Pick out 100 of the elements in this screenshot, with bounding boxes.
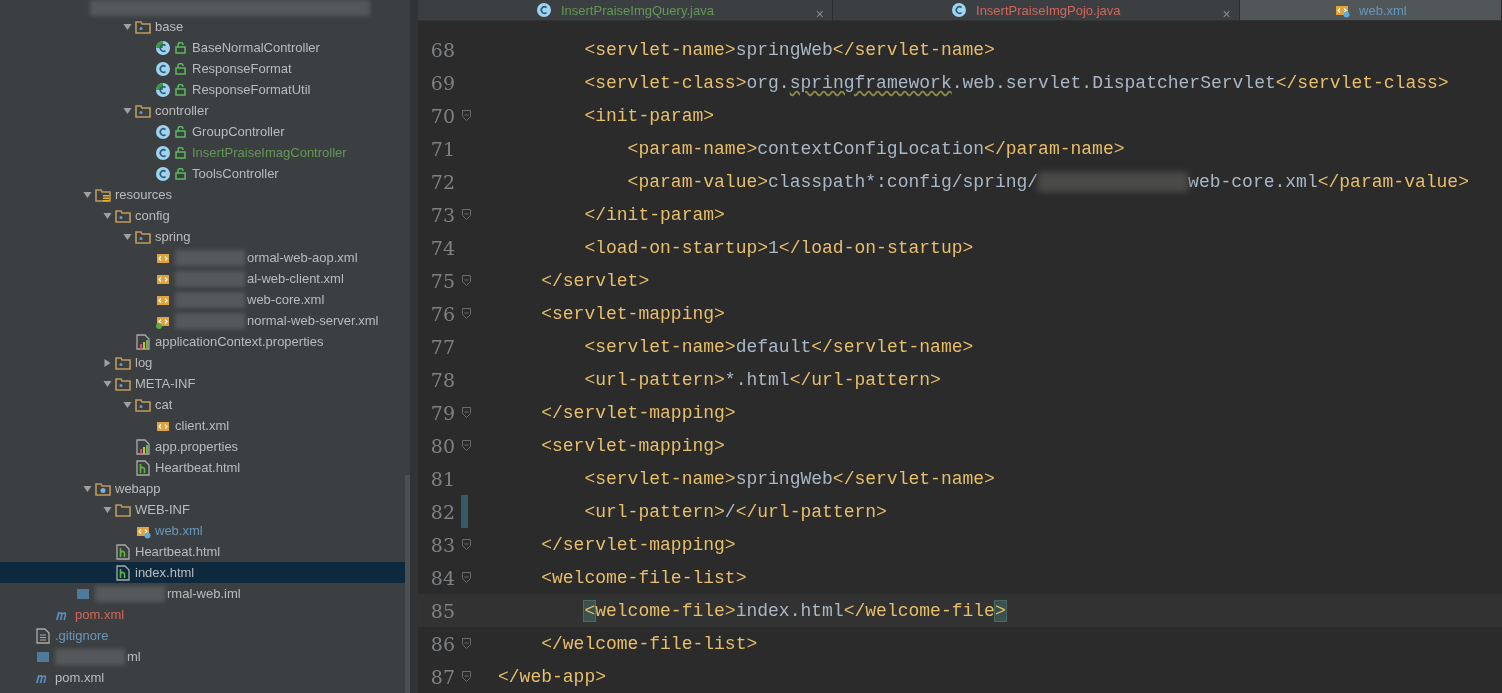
tree-item[interactable]: controller <box>0 100 405 121</box>
fold-marker-icon[interactable] <box>462 638 471 649</box>
tree-item[interactable]: BaseNormalController <box>0 37 405 58</box>
file-name: ResponseFormat <box>192 61 292 76</box>
tree-item[interactable]: META-INF <box>0 373 405 394</box>
tree-item[interactable]: ResponseFormat <box>0 58 405 79</box>
file-name: spring <box>155 229 191 244</box>
file-name: client.xml <box>175 418 230 433</box>
lock-icon <box>175 167 186 180</box>
line-number: 68 <box>429 38 455 61</box>
tree-item[interactable]: Heartbeat.html <box>0 541 405 562</box>
code-text: <param-value>classpath*:config/spring/ web-core.xml</param-value> <box>626 171 1469 192</box>
fold-marker-icon[interactable] <box>462 110 471 121</box>
tab-label: web.xml <box>1359 2 1407 18</box>
code-text: </servlet-mapping> <box>540 534 736 555</box>
fold-marker-icon[interactable] <box>462 539 471 550</box>
change-marker[interactable] <box>461 495 468 528</box>
code-text: <servlet-class>org.springframework.web.servlet.DispatcherServlet</servlet-class> <box>583 72 1449 93</box>
code-text: <load-on-startup>1</load-on-startup> <box>583 237 974 258</box>
tree-item[interactable]: applicationContext.properties <box>0 331 405 352</box>
tree-item[interactable]: base <box>0 16 405 37</box>
fold-marker-icon[interactable] <box>462 275 471 286</box>
fold-marker-icon[interactable] <box>462 308 471 319</box>
file-name: Heartbeat.html <box>155 460 241 475</box>
line-number: 72 <box>429 170 455 193</box>
scrollbar-thumb[interactable] <box>405 475 410 693</box>
tree-item[interactable]: web.xml <box>0 520 405 541</box>
code-text: <servlet-mapping> <box>540 435 725 456</box>
tree-item[interactable]: log <box>0 352 405 373</box>
tree-item[interactable]: InsertPraiseImagController <box>0 142 405 163</box>
line-number: 81 <box>429 467 455 490</box>
code-text: </servlet-mapping> <box>540 402 736 423</box>
code-text: <url-pattern>*.html</url-pattern> <box>583 369 941 390</box>
lock-icon <box>175 125 186 138</box>
class-icon <box>155 81 171 98</box>
tree-item[interactable]: ormal-web-aop.xml <box>0 247 405 268</box>
html-file-icon <box>135 459 151 476</box>
file-name: controller <box>155 103 209 118</box>
tree-item[interactable]: WEB-INF <box>0 499 405 520</box>
lock-icon <box>175 41 186 54</box>
file-name: ResponseFormatUtil <box>192 82 311 97</box>
file-name: web.xml <box>155 523 203 538</box>
tree-item[interactable]: rmal-web.iml <box>0 583 405 604</box>
tree-item[interactable]: app.properties <box>0 436 405 457</box>
close-button[interactable]: × <box>815 6 824 22</box>
tree-item[interactable]: web-core.xml <box>0 289 405 310</box>
file-name: ToolsController <box>192 166 279 181</box>
tree-item[interactable]: resources <box>0 184 405 205</box>
fold-marker-icon[interactable] <box>462 671 471 682</box>
file-name: cat <box>155 397 173 412</box>
file-name: normal-web-server.xml <box>247 313 379 328</box>
class-icon <box>535 2 552 18</box>
properties-file-icon <box>135 438 151 455</box>
tree-item[interactable]: index.html <box>0 562 405 583</box>
file-name: applicationContext.properties <box>155 334 324 349</box>
folder-icon <box>115 207 131 224</box>
file-name: .gitignore <box>55 628 109 643</box>
file-name: base <box>155 19 184 34</box>
code-text: <param-name>contextConfigLocation</param-name> <box>626 138 1125 159</box>
class-icon <box>155 165 171 182</box>
line-number: 84 <box>429 566 455 589</box>
file-name: ml <box>127 649 141 664</box>
tree-item[interactable]: ToolsController <box>0 163 405 184</box>
fold-marker-icon[interactable] <box>462 407 471 418</box>
lock-icon <box>175 83 186 96</box>
tree-item[interactable]: spring <box>0 226 405 247</box>
line-number: 86 <box>429 632 455 655</box>
tree-item[interactable]: normal-web-server.xml <box>0 310 405 331</box>
fold-marker-icon[interactable] <box>462 440 471 451</box>
line-number: 79 <box>429 401 455 424</box>
tree-item[interactable]: pom.xml <box>0 667 405 688</box>
tree-item[interactable]: cat <box>0 394 405 415</box>
close-button[interactable]: × <box>1222 6 1231 22</box>
tree-item[interactable]: config <box>0 205 405 226</box>
file-name: META-INF <box>135 376 196 391</box>
class-icon <box>155 123 171 140</box>
folder-icon <box>115 354 131 371</box>
file-name: rmal-web.iml <box>167 586 241 601</box>
file-name: index.html <box>135 565 195 580</box>
code-text: <servlet-name>springWeb</servlet-name> <box>583 39 995 60</box>
file-name: webapp <box>115 481 161 496</box>
code-text: <url-pattern>/</url-pattern> <box>583 501 887 522</box>
html-file-icon <box>115 543 131 560</box>
tree-item[interactable]: client.xml <box>0 415 405 436</box>
tree-item[interactable]: GroupController <box>0 121 405 142</box>
tree-item[interactable]: ResponseFormatUtil <box>0 79 405 100</box>
tree-item[interactable]: .gitignore <box>0 625 405 646</box>
file-name: BaseNormalController <box>192 40 320 55</box>
folder-icon <box>135 102 151 119</box>
text-file-icon <box>35 627 51 644</box>
file-name: pom.xml <box>75 607 125 622</box>
tree-item[interactable]: Heartbeat.html <box>0 457 405 478</box>
fold-marker-icon[interactable] <box>462 209 471 220</box>
file-name: Heartbeat.html <box>135 544 221 559</box>
line-number: 80 <box>429 434 455 457</box>
fold-marker-icon[interactable] <box>462 572 471 583</box>
tree-item[interactable]: al-web-client.xml <box>0 268 405 289</box>
tree-item[interactable]: webapp <box>0 478 405 499</box>
tree-item[interactable]: ml <box>0 646 405 667</box>
tree-item[interactable]: pom.xml <box>0 604 405 625</box>
